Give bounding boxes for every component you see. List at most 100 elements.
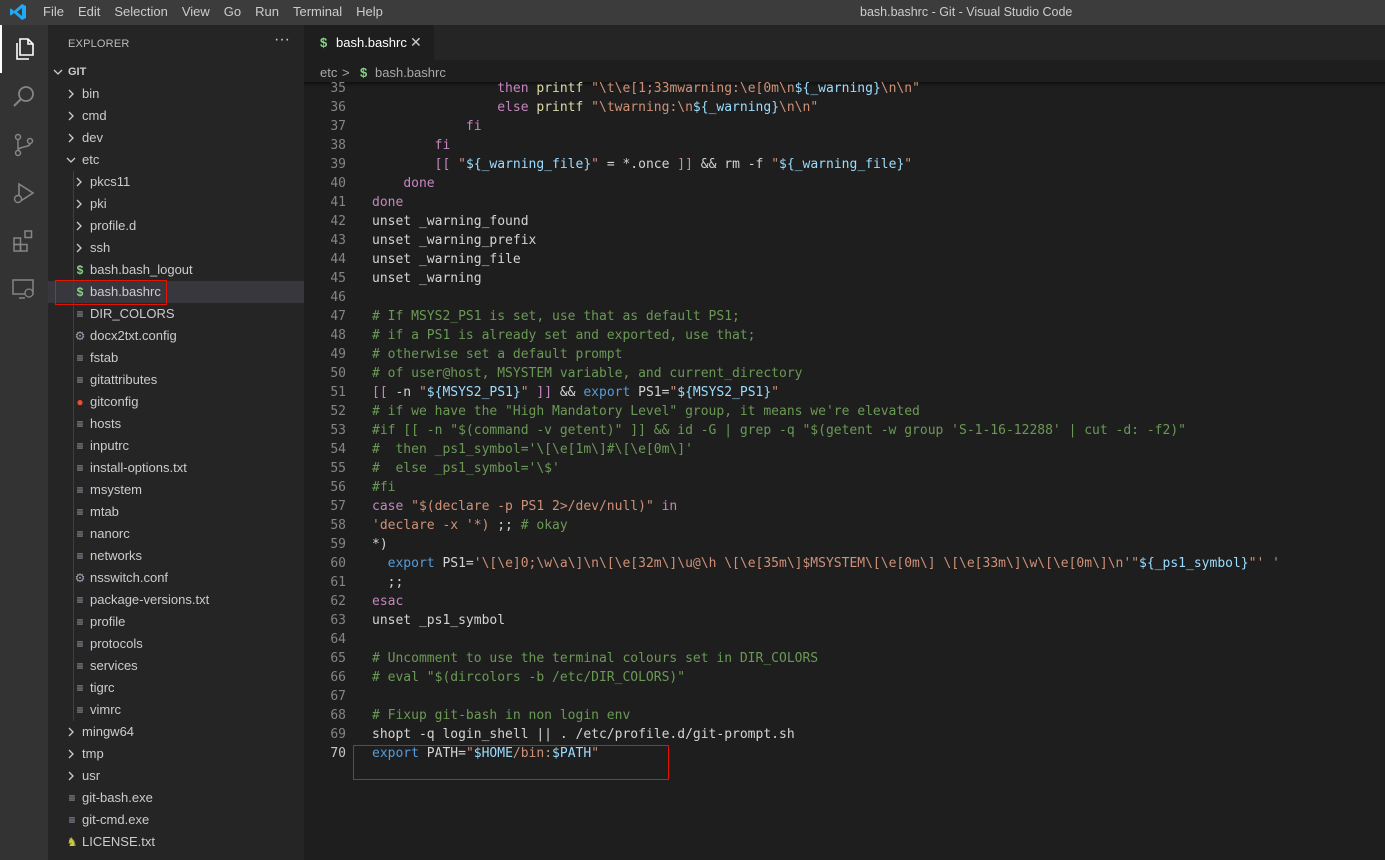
- file-fstab[interactable]: ≡ fstab: [48, 347, 304, 369]
- code-line[interactable]: 43 unset _warning_prefix: [304, 231, 1385, 250]
- line-number: 39: [330, 157, 346, 172]
- code-line[interactable]: 64: [304, 630, 1385, 649]
- code-line[interactable]: 59 *): [304, 535, 1385, 554]
- source-control-activity-button[interactable]: [0, 121, 48, 169]
- code-line[interactable]: 65 # Uncomment to use the terminal colour…: [304, 649, 1385, 668]
- code-line[interactable]: 61 ;;: [304, 573, 1385, 592]
- menu-selection[interactable]: Selection: [107, 0, 174, 25]
- code-line[interactable]: 63 unset _ps1_symbol: [304, 611, 1385, 630]
- menu-edit[interactable]: Edit: [71, 0, 107, 25]
- folder-dev[interactable]: dev: [48, 127, 304, 149]
- file-license-txt[interactable]: ♞ LICENSE.txt: [48, 831, 304, 853]
- file-dir-colors[interactable]: ≡ DIR_COLORS: [48, 303, 304, 325]
- folder-pkcs11[interactable]: pkcs11: [48, 171, 304, 193]
- code-line[interactable]: 69 shopt -q login_shell || . /etc/profile…: [304, 725, 1385, 744]
- file-services[interactable]: ≡ services: [48, 655, 304, 677]
- code-line[interactable]: 47 # If MSYS2_PS1 is set, use that as def…: [304, 307, 1385, 326]
- menu-help[interactable]: Help: [349, 0, 390, 25]
- folder-bin[interactable]: bin: [48, 83, 304, 105]
- menu-view[interactable]: View: [175, 0, 217, 25]
- run-debug-activity-button[interactable]: [0, 169, 48, 217]
- menu-file[interactable]: File: [36, 0, 71, 25]
- menu-run[interactable]: Run: [248, 0, 286, 25]
- folder-etc[interactable]: etc: [48, 149, 304, 171]
- file-git-bash-exe[interactable]: ≡ git-bash.exe: [48, 787, 304, 809]
- code-line[interactable]: 53 #if [[ -n "$(command -v getent)" ]] &&…: [304, 421, 1385, 440]
- folder-cmd[interactable]: cmd: [48, 105, 304, 127]
- file-git-cmd-exe[interactable]: ≡ git-cmd.exe: [48, 809, 304, 831]
- tab-bash-bashrc[interactable]: $ bash.bashrc ✕: [304, 25, 434, 60]
- code-line[interactable]: 39 [[ "${_warning_file}" = *.once ]] && …: [304, 155, 1385, 174]
- search-activity-button[interactable]: [0, 73, 48, 121]
- more-actions-button[interactable]: ···: [274, 31, 290, 49]
- code-line[interactable]: 49 # otherwise set a default prompt: [304, 345, 1385, 364]
- code-line[interactable]: 58 'declare -x '*) ;; # okay: [304, 516, 1385, 535]
- folder-mingw64[interactable]: mingw64: [48, 721, 304, 743]
- file-package-versions-txt[interactable]: ≡ package-versions.txt: [48, 589, 304, 611]
- code-line[interactable]: 56 #fi: [304, 478, 1385, 497]
- code-line[interactable]: 35 then printf "\t\e[1;33mwarning:\e[0m\…: [304, 82, 1385, 98]
- file-docx2txt-config[interactable]: ⚙ docx2txt.config: [48, 325, 304, 347]
- code-line[interactable]: 66 # eval "$(dircolors -b /etc/DIR_COLORS…: [304, 668, 1385, 687]
- code-line[interactable]: 57 case "$(declare -p PS1 2>/dev/null)" i…: [304, 497, 1385, 516]
- code-line[interactable]: 51[[ -n "${MSYS2_PS1}" ]] && export PS1=…: [304, 383, 1385, 402]
- file-gitconfig[interactable]: ● gitconfig: [48, 391, 304, 413]
- code-line[interactable]: 54 # then _ps1_symbol='\[\e[1m\]#\[\e[0m\…: [304, 440, 1385, 459]
- code-line[interactable]: 45 unset _warning: [304, 269, 1385, 288]
- file-nanorc[interactable]: ≡ nanorc: [48, 523, 304, 545]
- menu-go[interactable]: Go: [217, 0, 248, 25]
- code-line[interactable]: 52 # if we have the "High Mandatory Level…: [304, 402, 1385, 421]
- file-networks[interactable]: ≡ networks: [48, 545, 304, 567]
- breadcrumb-file[interactable]: bash.bashrc: [375, 65, 446, 80]
- folder-ssh[interactable]: ssh: [48, 237, 304, 259]
- file-mtab[interactable]: ≡ mtab: [48, 501, 304, 523]
- file-vimrc[interactable]: ≡ vimrc: [48, 699, 304, 721]
- code-text: fi: [372, 117, 482, 136]
- file-msystem[interactable]: ≡ msystem: [48, 479, 304, 501]
- code-token: *): [372, 537, 388, 552]
- folder-root-git[interactable]: GIT: [48, 61, 304, 83]
- code-line[interactable]: 50 # of user@host, MSYSTEM variable, and …: [304, 364, 1385, 383]
- code-line[interactable]: 38 fi: [304, 136, 1385, 155]
- folder-usr[interactable]: usr: [48, 765, 304, 787]
- breadcrumb-folder[interactable]: etc: [320, 65, 337, 80]
- code-line[interactable]: 60 export PS1='\[\e]0;\w\a\]\n\[\e[32m\]…: [304, 554, 1385, 573]
- code-line[interactable]: 41 done: [304, 193, 1385, 212]
- close-icon[interactable]: ✕: [410, 34, 422, 51]
- code-line[interactable]: 40 done: [304, 174, 1385, 193]
- file-install-options-txt[interactable]: ≡ install-options.txt: [48, 457, 304, 479]
- file-nsswitch-conf[interactable]: ⚙ nsswitch.conf: [48, 567, 304, 589]
- activity-bar: [0, 25, 48, 860]
- menu-terminal[interactable]: Terminal: [286, 0, 349, 25]
- code-line[interactable]: 44 unset _warning_file: [304, 250, 1385, 269]
- file-inputrc[interactable]: ≡ inputrc: [48, 435, 304, 457]
- shell-file-icon: $: [76, 263, 84, 277]
- code-line[interactable]: 36 else printf "\twarning:\n${_warning}\…: [304, 98, 1385, 117]
- file-hosts[interactable]: ≡ hosts: [48, 413, 304, 435]
- file-profile[interactable]: ≡ profile: [48, 611, 304, 633]
- code-editor[interactable]: 35 then printf "\t\e[1;33mwarning:\e[0m\…: [304, 82, 1385, 860]
- folder-profile-d[interactable]: profile.d: [48, 215, 304, 237]
- extensions-activity-button[interactable]: [0, 217, 48, 265]
- code-line[interactable]: 48 # if a PS1 is already set and exported…: [304, 326, 1385, 345]
- code-line[interactable]: 67: [304, 687, 1385, 706]
- text-file-icon: ≡: [68, 813, 76, 827]
- file-bash-bash-logout[interactable]: $ bash.bash_logout: [48, 259, 304, 281]
- remote-explorer-activity-button[interactable]: [0, 265, 48, 313]
- file-gitattributes[interactable]: ≡ gitattributes: [48, 369, 304, 391]
- folder-pki[interactable]: pki: [48, 193, 304, 215]
- code-token: fi: [465, 119, 482, 134]
- code-line[interactable]: 42 unset _warning_found: [304, 212, 1385, 231]
- code-line[interactable]: 68 # Fixup git-bash in non login env: [304, 706, 1385, 725]
- code-line[interactable]: 55 # else _ps1_symbol='\$': [304, 459, 1385, 478]
- folder-tmp[interactable]: tmp: [48, 743, 304, 765]
- explorer-activity-button[interactable]: [0, 25, 48, 73]
- code-line[interactable]: 37 fi: [304, 117, 1385, 136]
- code-line[interactable]: 46: [304, 288, 1385, 307]
- text-file-icon: ≡: [76, 659, 84, 673]
- code-token: "\t\e[1;33mwarning:\e[0m\n: [591, 82, 795, 96]
- code-line[interactable]: 62 esac: [304, 592, 1385, 611]
- file-tigrc[interactable]: ≡ tigrc: [48, 677, 304, 699]
- file-protocols[interactable]: ≡ protocols: [48, 633, 304, 655]
